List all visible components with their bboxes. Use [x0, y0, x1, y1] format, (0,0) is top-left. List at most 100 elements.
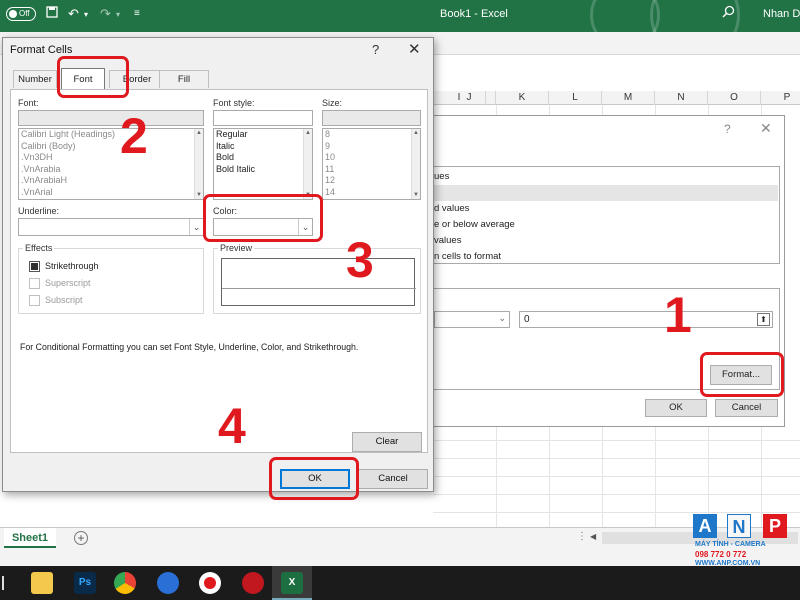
list-item[interactable]: 12	[323, 175, 420, 187]
list-item[interactable]: e or below average	[434, 217, 778, 233]
value-text: 0	[524, 314, 530, 325]
font-list-scrollbar[interactable]: ▲ ▼	[194, 129, 203, 199]
sheet-tab-sheet1[interactable]: Sheet1	[4, 528, 56, 548]
list-item[interactable]: 8	[323, 129, 420, 141]
tab-number[interactable]: Number	[13, 70, 57, 88]
size-list-scrollbar[interactable]: ▲ ▼	[411, 129, 420, 199]
more-options-icon[interactable]: ⋮	[577, 531, 587, 542]
add-sheet-icon[interactable]: +	[74, 531, 88, 545]
rule-type-list[interactable]: ues d values e or below average values n…	[434, 166, 780, 264]
list-item[interactable]: Bold	[214, 152, 312, 164]
operator-dropdown[interactable]: ⌄	[434, 311, 510, 328]
chevron-down-icon: ⌄	[498, 313, 506, 323]
watermark-letter: P	[763, 514, 787, 538]
column-header-n[interactable]: N	[655, 91, 708, 105]
customize-icon[interactable]: ≡	[134, 8, 140, 19]
superscript-checkbox[interactable]	[29, 278, 40, 289]
scroll-left-icon[interactable]: ◀	[590, 532, 596, 541]
size-list[interactable]: 8 9 10 11 12 14 ▲ ▼	[322, 128, 421, 200]
highlight-ok-button	[269, 457, 359, 500]
column-header-j[interactable]: J	[443, 91, 496, 105]
column-header-k[interactable]: K	[496, 91, 549, 105]
column-header-l[interactable]: L	[549, 91, 602, 105]
list-item[interactable]: Calibri Light (Headings)	[19, 129, 203, 141]
list-item[interactable]: 9	[323, 141, 420, 153]
watermark-website: WWW.ANP.COM.VN	[695, 560, 761, 567]
help-icon[interactable]: ?	[724, 122, 731, 136]
font-label: Font:	[18, 98, 39, 108]
photoshop-icon[interactable]: Ps	[74, 572, 96, 594]
autosave-toggle[interactable]: Off	[6, 7, 36, 21]
search-icon[interactable]	[722, 5, 735, 21]
scroll-up-icon[interactable]: ▲	[305, 130, 311, 136]
font-style-list[interactable]: Regular Italic Bold Bold Italic ▲ ▼	[213, 128, 313, 200]
list-item[interactable]: Regular	[214, 129, 312, 141]
preview-label: Preview	[218, 243, 255, 253]
scroll-down-icon[interactable]: ▼	[196, 192, 202, 198]
step-number-4: 4	[218, 398, 246, 454]
photoshop-label: Ps	[78, 577, 92, 588]
column-header-p[interactable]: P	[761, 91, 800, 105]
redo-icon[interactable]: ↷	[100, 6, 111, 22]
list-item[interactable]: .VnArabia	[19, 164, 203, 176]
list-item[interactable]: .VnArabiaH	[19, 175, 203, 187]
superscript-label[interactable]: Superscript	[45, 278, 91, 288]
chrome-icon[interactable]	[114, 572, 136, 594]
value-input[interactable]: 0 ⬆	[519, 311, 773, 328]
strikethrough-label[interactable]: Strikethrough	[45, 261, 99, 271]
search-icon[interactable]	[2, 576, 12, 590]
anydesk-icon[interactable]	[157, 572, 179, 594]
list-item[interactable]: .Vn3DH	[19, 152, 203, 164]
column-header-o[interactable]: O	[708, 91, 761, 105]
ok-button[interactable]: OK	[645, 399, 707, 417]
help-icon[interactable]: ?	[372, 42, 379, 57]
subscript-checkbox[interactable]	[29, 295, 40, 306]
size-input[interactable]	[322, 110, 421, 126]
list-item[interactable]: Italic	[214, 141, 312, 153]
clear-button[interactable]: Clear	[352, 432, 422, 452]
sheet-tab-bar: Sheet1 + ⋮ ◀	[0, 527, 800, 549]
close-icon[interactable]: ✕	[408, 40, 421, 58]
font-input[interactable]	[18, 110, 204, 126]
font-list[interactable]: Calibri Light (Headings) Calibri (Body) …	[18, 128, 204, 200]
scroll-up-icon[interactable]: ▲	[413, 130, 419, 136]
record-icon[interactable]	[199, 572, 221, 594]
subscript-label[interactable]: Subscript	[45, 295, 83, 305]
highlight-color-dropdown	[203, 194, 323, 242]
undo-icon[interactable]: ↶	[68, 6, 79, 22]
tab-fill[interactable]: Fill	[159, 70, 209, 88]
highlight-format-button	[700, 352, 784, 397]
list-item[interactable]: .VnArial	[19, 187, 203, 199]
underline-dropdown[interactable]: ⌄	[18, 218, 204, 236]
effects-label: Effects	[23, 243, 55, 253]
undo-dropdown-icon[interactable]: ▾	[84, 10, 88, 19]
grid-line	[433, 512, 800, 513]
close-icon[interactable]: ✕	[760, 120, 772, 137]
file-explorer-icon[interactable]	[31, 572, 53, 594]
excel-icon[interactable]: X	[281, 572, 303, 594]
list-item[interactable]: values	[434, 233, 778, 249]
redo-dropdown-icon[interactable]: ▾	[116, 10, 120, 19]
collapse-dialog-icon[interactable]: ⬆	[757, 313, 770, 326]
list-item-selected[interactable]	[434, 185, 778, 201]
list-item[interactable]: n cells to format	[434, 249, 778, 265]
list-item[interactable]: 10	[323, 152, 420, 164]
list-item[interactable]: Bold Italic	[214, 164, 312, 176]
font-style-scrollbar[interactable]: ▲ ▼	[303, 129, 312, 199]
strikethrough-checkbox[interactable]	[29, 261, 40, 272]
font-style-input[interactable]	[213, 110, 313, 126]
list-item[interactable]: 11	[323, 164, 420, 176]
watermark-phone: 098 772 0 772	[695, 550, 747, 559]
cancel-button[interactable]: Cancel	[358, 469, 428, 489]
garena-icon[interactable]	[242, 572, 264, 594]
cancel-button[interactable]: Cancel	[715, 399, 778, 417]
column-header-m[interactable]: M	[602, 91, 655, 105]
list-item[interactable]: Calibri (Body)	[19, 141, 203, 153]
scroll-up-icon[interactable]: ▲	[196, 130, 202, 136]
list-item[interactable]: 14	[323, 187, 420, 199]
list-item[interactable]: d values	[434, 201, 778, 217]
scroll-down-icon[interactable]: ▼	[413, 192, 419, 198]
list-item[interactable]: ues	[434, 169, 778, 185]
step-number-2: 2	[120, 108, 148, 164]
save-icon[interactable]	[46, 6, 58, 21]
